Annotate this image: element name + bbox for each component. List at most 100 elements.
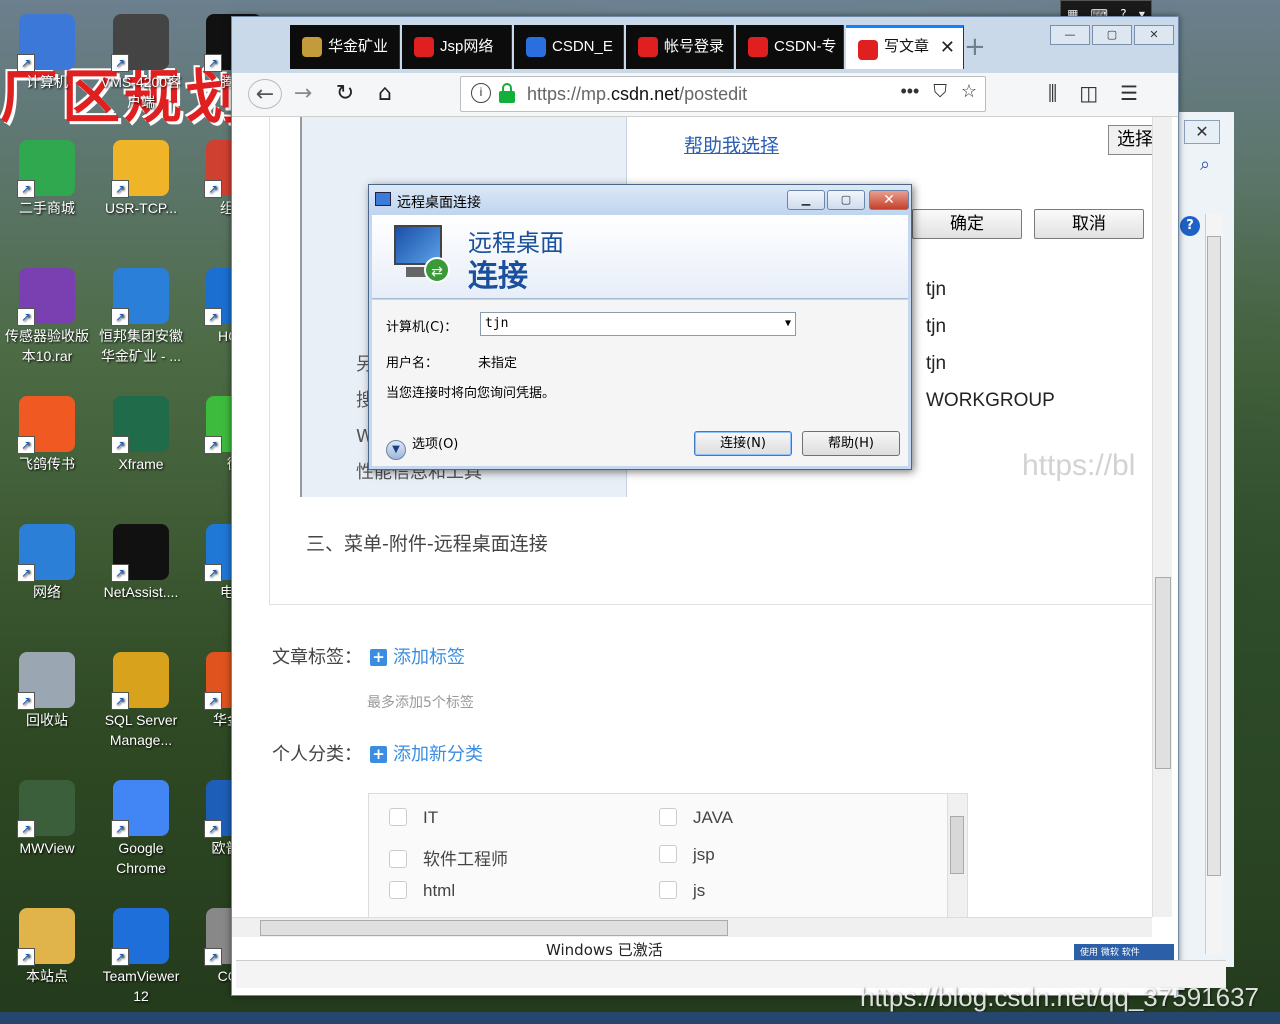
dialog-minimize-button[interactable]: ▁ bbox=[787, 190, 825, 210]
sidebar-icon[interactable]: ◫ bbox=[1079, 81, 1098, 105]
category-scroll-thumb[interactable] bbox=[950, 816, 964, 874]
monitor-icon: ⇄ bbox=[392, 225, 450, 287]
dialog-help-button[interactable]: 帮助(H) bbox=[802, 431, 900, 456]
expand-icon[interactable]: ▼ bbox=[386, 440, 406, 460]
library-icon[interactable]: ⫼ bbox=[1048, 81, 1057, 105]
desktop-icon-label: 恒邦集团安徽华金矿业 - ... bbox=[99, 328, 183, 364]
tab[interactable]: 华金矿业 bbox=[290, 25, 400, 69]
page-actions-icon[interactable]: ••• bbox=[900, 81, 919, 102]
desktop-icon[interactable]: 二手商城 bbox=[0, 140, 94, 218]
favicon-icon bbox=[638, 37, 658, 57]
desktop-icon[interactable]: 计算机 bbox=[0, 14, 94, 92]
category-item[interactable]: IT bbox=[389, 808, 438, 828]
app-icon[interactable] bbox=[111, 396, 169, 454]
desktop-icon[interactable]: SQL Server Manage... bbox=[94, 652, 188, 750]
tab[interactable]: CSDN_E bbox=[514, 25, 624, 69]
category-scrollbar[interactable] bbox=[947, 794, 967, 924]
desktop-icon[interactable]: 飞鸽传书 bbox=[0, 396, 94, 474]
background-window-scroll-thumb[interactable] bbox=[1207, 236, 1221, 876]
app-icon[interactable] bbox=[111, 780, 169, 838]
desktop-icon[interactable]: Google Chrome bbox=[94, 780, 188, 878]
tab[interactable]: CSDN-专 bbox=[736, 25, 844, 69]
category-item[interactable]: 软件工程师 bbox=[389, 845, 508, 870]
plus-icon[interactable]: + bbox=[370, 649, 387, 666]
app-icon[interactable] bbox=[17, 908, 75, 966]
url-bar[interactable]: i https://mp.csdn.net/postedit ••• ⛉ ☆ bbox=[460, 76, 986, 112]
desktop-icon[interactable]: TeamViewer 12 bbox=[94, 908, 188, 1006]
tab[interactable]: Jsp网络 bbox=[402, 25, 512, 69]
dropdown-arrow-icon[interactable]: ▼ bbox=[785, 313, 791, 335]
ok-button[interactable]: 确定 bbox=[912, 209, 1022, 239]
window-close-button[interactable]: ✕ bbox=[1134, 25, 1174, 45]
app-icon[interactable] bbox=[111, 652, 169, 710]
checkbox[interactable] bbox=[659, 808, 677, 826]
desktop-icon[interactable]: 网络 bbox=[0, 524, 94, 602]
search-icon[interactable]: ⌕ bbox=[1200, 154, 1210, 175]
checkbox[interactable] bbox=[659, 881, 677, 899]
url-text[interactable]: https://mp.csdn.net/postedit bbox=[527, 84, 747, 105]
background-window-close-button[interactable]: ✕ bbox=[1184, 120, 1220, 144]
app-icon[interactable] bbox=[111, 524, 169, 582]
options-toggle[interactable]: ▼ 选项(O) bbox=[386, 433, 458, 460]
app-icon[interactable] bbox=[17, 780, 75, 838]
page-vertical-scrollbar[interactable] bbox=[1152, 117, 1172, 917]
desktop-icon-label: 网络 bbox=[33, 584, 61, 600]
app-icon[interactable] bbox=[111, 268, 169, 326]
back-button[interactable]: ← bbox=[248, 79, 282, 109]
pocket-icon[interactable]: ⛉ bbox=[933, 81, 947, 102]
app-icon[interactable] bbox=[111, 140, 169, 198]
reload-button[interactable]: ↻ bbox=[330, 79, 360, 109]
help-me-choose-link[interactable]: 帮助我选择 bbox=[684, 131, 779, 158]
desktop-icon[interactable]: 传感器验收版本10.rar bbox=[0, 268, 94, 366]
horizontal-scroll-thumb[interactable] bbox=[260, 920, 728, 936]
help-icon[interactable]: ? bbox=[1180, 216, 1200, 236]
tab[interactable]: 帐号登录 bbox=[626, 25, 734, 69]
app-icon[interactable] bbox=[111, 14, 169, 72]
desktop-icon[interactable]: 回收站 bbox=[0, 652, 94, 730]
new-tab-button[interactable]: + bbox=[964, 27, 986, 67]
menu-icon[interactable]: ☰ bbox=[1120, 81, 1138, 105]
page-scroll-thumb[interactable] bbox=[1155, 577, 1171, 769]
add-tag-link[interactable]: 添加标签 bbox=[393, 647, 465, 668]
connect-button[interactable]: 连接(N) bbox=[694, 431, 792, 456]
bookmark-star-icon[interactable]: ☆ bbox=[961, 81, 977, 102]
desktop-icon[interactable]: 本站点 bbox=[0, 908, 94, 986]
minimize-button[interactable]: — bbox=[1050, 25, 1090, 45]
app-icon[interactable] bbox=[17, 14, 75, 72]
add-category-link[interactable]: 添加新分类 bbox=[393, 744, 483, 765]
category-item[interactable]: jsp bbox=[659, 845, 715, 865]
app-icon[interactable] bbox=[17, 652, 75, 710]
desktop-icon[interactable]: MWView bbox=[0, 780, 94, 858]
taskbar[interactable] bbox=[0, 1012, 1280, 1024]
tab-close-icon[interactable]: ✕ bbox=[940, 28, 955, 66]
maximize-button[interactable]: ▢ bbox=[1092, 25, 1132, 45]
tab[interactable]: 写文章 ✕ bbox=[846, 25, 964, 69]
cancel-button[interactable]: 取消 bbox=[1034, 209, 1144, 239]
app-icon[interactable] bbox=[17, 268, 75, 326]
app-icon[interactable] bbox=[111, 908, 169, 966]
checkbox[interactable] bbox=[389, 808, 407, 826]
page-horizontal-scrollbar[interactable] bbox=[232, 917, 1152, 937]
app-icon[interactable] bbox=[17, 524, 75, 582]
info-icon[interactable]: i bbox=[471, 83, 491, 103]
dialog-titlebar[interactable]: 远程桌面连接 ▁ ▢ ✕ bbox=[369, 185, 911, 215]
desktop-icon[interactable]: Xframe bbox=[94, 396, 188, 474]
plus-icon[interactable]: + bbox=[370, 746, 387, 763]
category-item[interactable]: js bbox=[659, 881, 705, 901]
desktop-icon[interactable]: NetAssist.... bbox=[94, 524, 188, 602]
checkbox[interactable] bbox=[389, 850, 407, 868]
desktop-icon[interactable]: 恒邦集团安徽华金矿业 - ... bbox=[94, 268, 188, 366]
category-item[interactable]: html bbox=[389, 881, 455, 901]
category-item[interactable]: JAVA bbox=[659, 808, 733, 828]
forward-button[interactable]: → bbox=[288, 79, 318, 109]
desktop-icon[interactable]: USR-TCP... bbox=[94, 140, 188, 218]
computer-combobox[interactable]: tjn ▼ bbox=[480, 312, 796, 336]
dialog-close-button[interactable]: ✕ bbox=[869, 190, 909, 210]
dialog-maximize-button[interactable]: ▢ bbox=[827, 190, 865, 210]
app-icon[interactable] bbox=[17, 140, 75, 198]
checkbox[interactable] bbox=[389, 881, 407, 899]
home-button[interactable]: ⌂ bbox=[370, 79, 400, 109]
app-icon[interactable] bbox=[17, 396, 75, 454]
desktop-icon[interactable]: VMS-4200客户端 bbox=[94, 14, 188, 112]
checkbox[interactable] bbox=[659, 845, 677, 863]
